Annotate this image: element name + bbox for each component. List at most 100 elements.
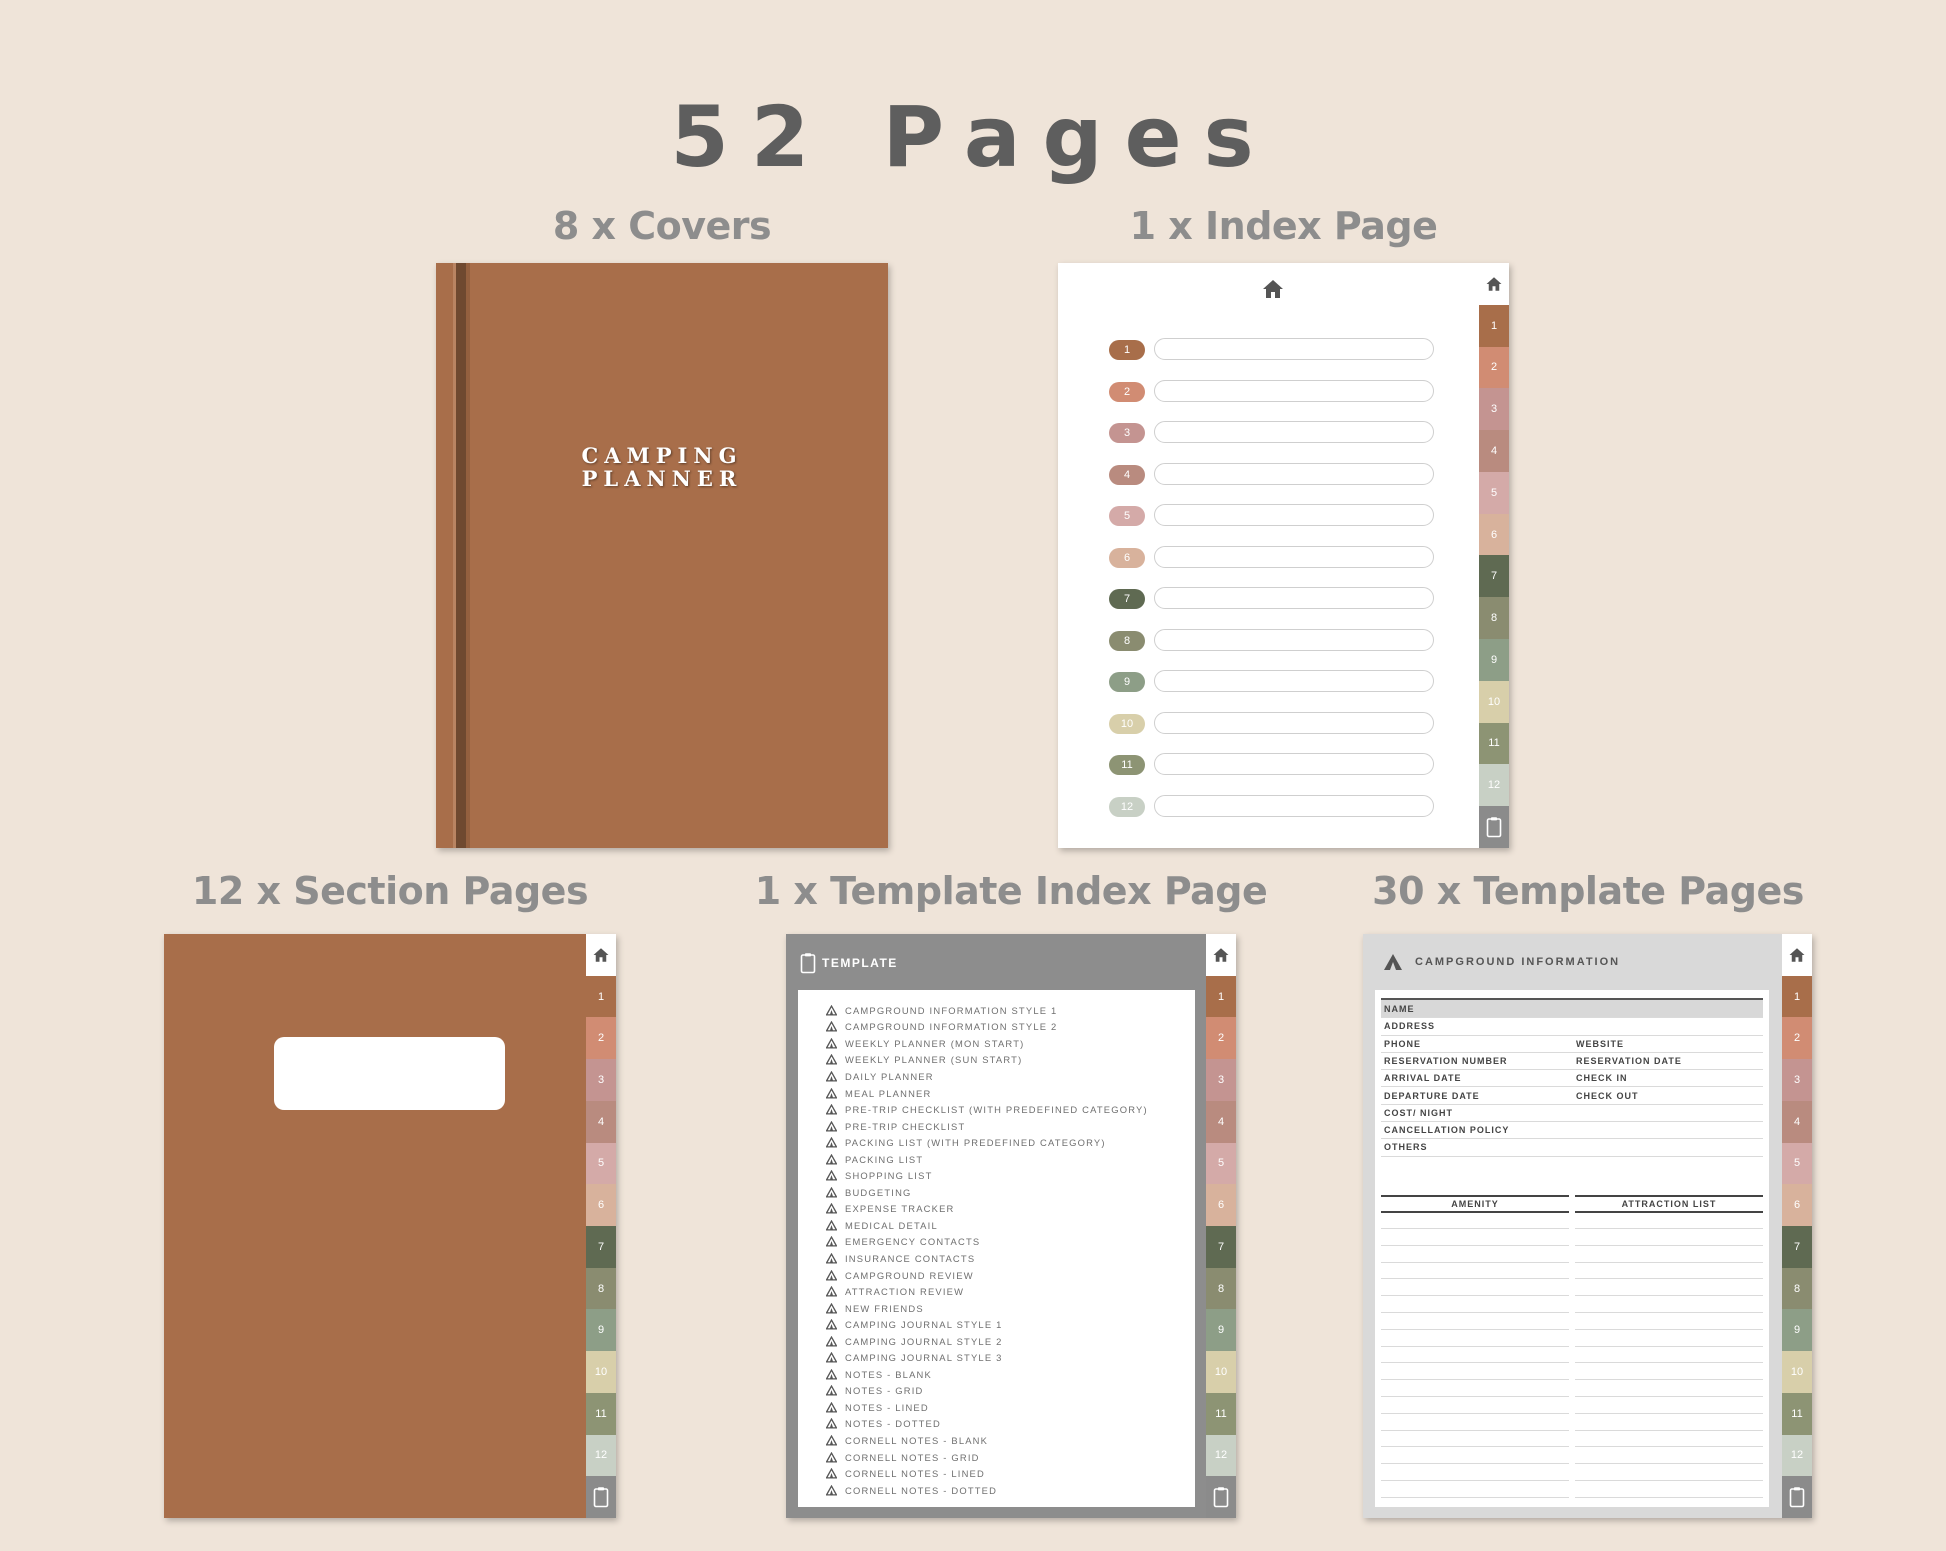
index-entry-field[interactable]	[1154, 338, 1434, 360]
tab-section-8[interactable]: 8	[1782, 1267, 1812, 1310]
tab-section-11[interactable]: 11	[1479, 722, 1509, 765]
form-field-row[interactable]: DEPARTURE DATE CHECK OUT	[1381, 1087, 1763, 1105]
index-number-badge[interactable]: 5	[1109, 506, 1145, 526]
tab-home[interactable]	[586, 934, 616, 976]
index-row[interactable]: 4	[1109, 462, 1437, 487]
list-line[interactable]	[1575, 1261, 1763, 1263]
index-entry-field[interactable]	[1154, 379, 1434, 402]
tab-section-3[interactable]: 3	[586, 1059, 616, 1101]
template-list-item[interactable]: PACKING LIST (WITH PREDEFINED CATEGORY)	[826, 1134, 1148, 1151]
tab-section-10[interactable]: 10	[1782, 1351, 1812, 1393]
template-list-item[interactable]: PRE-TRIP CHECKLIST (WITH PREDEFINED CATE…	[826, 1101, 1148, 1118]
index-row[interactable]: 9	[1109, 670, 1437, 694]
template-list-item[interactable]: CAMPING JOURNAL STYLE 3	[826, 1349, 1148, 1366]
list-line[interactable]	[1575, 1312, 1763, 1313]
list-line[interactable]	[1381, 1295, 1569, 1297]
tab-templates[interactable]	[1479, 806, 1509, 848]
template-list-item[interactable]: EXPENSE TRACKER	[826, 1201, 1148, 1218]
tab-section-2[interactable]: 2	[586, 1017, 616, 1060]
tab-section-12[interactable]: 12	[1479, 764, 1509, 807]
index-row[interactable]: 10	[1109, 711, 1437, 736]
tab-section-4[interactable]: 4	[1206, 1100, 1236, 1143]
index-row[interactable]: 7	[1109, 587, 1437, 611]
tab-section-10[interactable]: 10	[1206, 1351, 1236, 1393]
index-entry-field[interactable]	[1154, 462, 1434, 485]
template-list-item[interactable]: NOTES - GRID	[826, 1383, 1148, 1400]
index-entry-field[interactable]	[1154, 670, 1434, 692]
list-line[interactable]	[1381, 1429, 1569, 1431]
list-line[interactable]	[1575, 1480, 1763, 1481]
list-line[interactable]	[1575, 1379, 1763, 1381]
list-line[interactable]	[1575, 1328, 1763, 1330]
template-list-item[interactable]: CORNELL NOTES - LINED	[826, 1465, 1148, 1482]
tab-templates[interactable]	[1206, 1476, 1236, 1518]
template-list-item[interactable]: CAMPGROUND REVIEW	[826, 1267, 1148, 1284]
template-list-item[interactable]: MEDICAL DETAIL	[826, 1217, 1148, 1234]
tab-section-5[interactable]: 5	[586, 1142, 616, 1185]
list-line[interactable]	[1575, 1228, 1763, 1229]
index-entry-field[interactable]	[1154, 794, 1434, 817]
form-field-row[interactable]: NAME	[1381, 1000, 1763, 1019]
list-line[interactable]	[1575, 1463, 1763, 1465]
form-field-row[interactable]: COST/ NIGHT	[1381, 1104, 1763, 1123]
list-line[interactable]	[1575, 1446, 1763, 1448]
list-line[interactable]	[1575, 1362, 1763, 1364]
list-line[interactable]	[1381, 1328, 1569, 1330]
tab-section-2[interactable]: 2	[1206, 1017, 1236, 1060]
form-field-row[interactable]: CANCELLATION POLICY	[1381, 1121, 1763, 1140]
list-line[interactable]	[1381, 1228, 1569, 1229]
tab-section-11[interactable]: 11	[586, 1392, 616, 1435]
index-number-badge[interactable]: 2	[1109, 381, 1145, 402]
list-line[interactable]	[1381, 1480, 1569, 1481]
index-number-badge[interactable]: 3	[1109, 423, 1145, 443]
tab-templates[interactable]	[1782, 1476, 1812, 1518]
tab-section-12[interactable]: 12	[1206, 1434, 1236, 1477]
tab-section-9[interactable]: 9	[1206, 1309, 1236, 1352]
tab-section-4[interactable]: 4	[586, 1100, 616, 1143]
tab-section-1[interactable]: 1	[1206, 975, 1236, 1018]
tab-section-6[interactable]: 6	[586, 1184, 616, 1227]
home-icon[interactable]	[1260, 277, 1286, 301]
index-entry-field[interactable]	[1154, 545, 1434, 568]
template-list-item[interactable]: SHOPPING LIST	[826, 1167, 1148, 1184]
list-line[interactable]	[1575, 1429, 1763, 1431]
form-field-row[interactable]: OTHERS	[1381, 1138, 1763, 1157]
index-entry-field[interactable]	[1154, 753, 1434, 775]
template-list-item[interactable]: CAMPGROUND INFORMATION STYLE 2	[826, 1019, 1148, 1036]
template-list-item[interactable]: DAILY PLANNER	[826, 1068, 1148, 1085]
index-entry-field[interactable]	[1154, 421, 1434, 443]
index-number-badge[interactable]: 4	[1109, 464, 1145, 485]
list-line[interactable]	[1381, 1362, 1569, 1364]
index-number-badge[interactable]: 11	[1109, 755, 1145, 775]
template-list-item[interactable]: EMERGENCY CONTACTS	[826, 1234, 1148, 1251]
index-row[interactable]: 1	[1109, 338, 1437, 362]
list-line[interactable]	[1575, 1295, 1763, 1297]
index-entry-field[interactable]	[1154, 628, 1434, 651]
template-list-item[interactable]: CAMPGROUND INFORMATION STYLE 1	[826, 1002, 1148, 1019]
tab-section-1[interactable]: 1	[1479, 304, 1509, 347]
tab-section-1[interactable]: 1	[586, 975, 616, 1018]
list-line[interactable]	[1381, 1244, 1569, 1246]
index-number-badge[interactable]: 6	[1109, 547, 1145, 568]
tab-section-11[interactable]: 11	[1206, 1392, 1236, 1435]
tab-section-6[interactable]: 6	[1782, 1184, 1812, 1227]
template-list-item[interactable]: PACKING LIST	[826, 1151, 1148, 1168]
index-row[interactable]: 2	[1109, 379, 1437, 404]
tab-section-12[interactable]: 12	[586, 1434, 616, 1477]
template-list-item[interactable]: BUDGETING	[826, 1184, 1148, 1201]
tab-section-6[interactable]: 6	[1479, 513, 1509, 556]
template-list-item[interactable]: MEAL PLANNER	[826, 1085, 1148, 1102]
tab-section-8[interactable]: 8	[586, 1267, 616, 1310]
index-row[interactable]: 8	[1109, 628, 1437, 653]
index-number-badge[interactable]: 9	[1109, 672, 1145, 692]
tab-section-5[interactable]: 5	[1479, 471, 1509, 514]
template-list-item[interactable]: CORNELL NOTES - DOTTED	[826, 1482, 1148, 1499]
form-field-row[interactable]: ARRIVAL DATE CHECK IN	[1381, 1069, 1763, 1088]
index-row[interactable]: 3	[1109, 421, 1437, 445]
tab-home[interactable]	[1206, 934, 1236, 976]
tab-home[interactable]	[1479, 263, 1509, 305]
index-row[interactable]: 6	[1109, 545, 1437, 570]
template-list-item[interactable]: PRE-TRIP CHECKLIST	[826, 1118, 1148, 1135]
list-line[interactable]	[1381, 1496, 1569, 1498]
index-entry-field[interactable]	[1154, 711, 1434, 734]
